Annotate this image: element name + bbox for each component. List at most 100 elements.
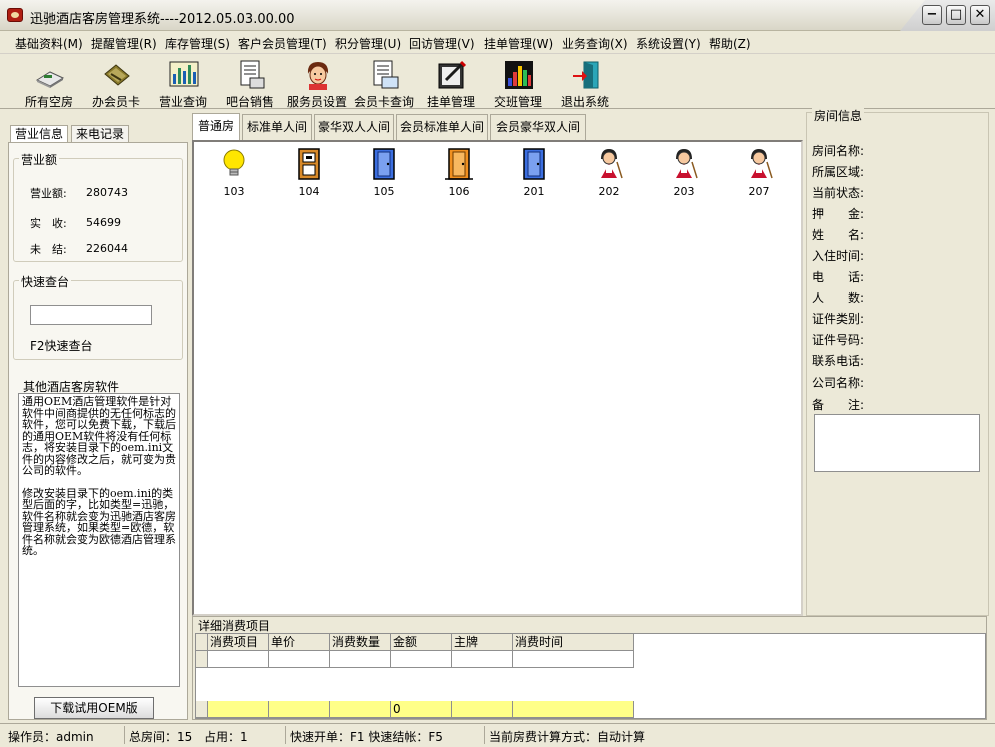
pending-order-icon — [438, 60, 467, 89]
toolbar: 所有空房 办会员卡 营业查询 吧台销售 服务员设置 会员卡查询 挂单管理 交班管… — [0, 55, 995, 109]
toolbar-label: 吧台销售 — [225, 95, 274, 109]
footer-indicator — [196, 701, 208, 718]
revenue-label: 营业额: — [30, 187, 67, 200]
tab-standard-single[interactable]: 标准单人间 — [242, 114, 312, 141]
toolbar-waiter-settings-button[interactable]: 服务员设置 — [286, 58, 348, 109]
tab-regular-room[interactable]: 普通房 — [192, 113, 240, 142]
member-card-icon — [104, 64, 130, 86]
status-operator: 操作员：admin — [8, 730, 94, 744]
room-tile[interactable]: 201 — [514, 148, 554, 198]
status-total-rooms: 总房间：15 — [129, 730, 193, 744]
status-billing-mode: 当前房费计算方式：自动计算 — [489, 730, 646, 744]
reserved-door-icon — [298, 148, 320, 180]
tab-business-info[interactable]: 营业信息 — [10, 125, 69, 143]
room-number: 105 — [373, 185, 395, 198]
footer-cell — [513, 701, 634, 718]
consumption-detail-title: 详细消费项目 — [198, 619, 271, 633]
quick-checkout-input[interactable] — [30, 305, 152, 325]
toolbar-member-card-button[interactable]: 办会员卡 — [85, 58, 147, 109]
app-logo-icon — [7, 8, 23, 22]
room-info-title: 房间信息 — [812, 107, 865, 124]
toolbar-shift-button[interactable]: 交班管理 — [487, 58, 549, 109]
consumption-grid[interactable]: 消费项目 单价 消费数量 金额 主牌 消费时间 0 — [195, 633, 986, 719]
other-software-text[interactable]: 通用OEM酒店管理软件是针对软件中间商提供的无任何标志的软件，您可以免费下载，下… — [18, 393, 180, 687]
checkin-time-label: 入住时间: — [812, 249, 865, 263]
menu-inventory[interactable]: 库存管理(S) — [165, 35, 230, 52]
menu-pending-order[interactable]: 挂单管理(W) — [484, 35, 553, 52]
footer-amount-total: 0 — [391, 701, 452, 718]
empty-rooms-icon — [35, 71, 65, 88]
status-bar: 操作员：admin 总房间：15 占用：1 快速开单：F1 快速结帐：F5 当前… — [0, 723, 995, 747]
revenue-value: 280743 — [86, 186, 128, 199]
footer-cell — [452, 701, 513, 718]
room-number: 202 — [598, 185, 620, 198]
grid-cell[interactable] — [513, 651, 634, 668]
toolbar-empty-rooms-button[interactable]: 所有空房 — [18, 58, 80, 109]
column-header[interactable]: 金额 — [391, 634, 452, 651]
column-header[interactable]: 主牌 — [452, 634, 513, 651]
quick-checkout-hint: F2快速查台 — [30, 339, 93, 353]
menu-member[interactable]: 客户会员管理(T) — [238, 35, 327, 52]
toolbar-card-query-button[interactable]: 会员卡查询 — [353, 58, 415, 109]
toolbar-bar-sales-button[interactable]: 吧台销售 — [219, 58, 281, 109]
room-name-label: 房间名称: — [812, 144, 865, 158]
vacant-door-icon — [373, 148, 395, 180]
tab-member-standard-single[interactable]: 会员标准单人间 — [396, 114, 488, 141]
room-tile[interactable]: 207 — [739, 148, 779, 198]
room-number: 103 — [223, 185, 245, 198]
room-tile[interactable]: 202 — [589, 148, 629, 198]
card-query-icon — [373, 60, 399, 89]
revenue-group: 营业额 营业额: 280743 实 收: 54699 未 结: 226044 — [13, 151, 183, 262]
tab-call-records[interactable]: 来电记录 — [71, 125, 130, 143]
room-number: 201 — [523, 185, 545, 198]
tab-member-deluxe-double[interactable]: 会员豪华双人间 — [490, 114, 586, 141]
toolbar-pending-order-button[interactable]: 挂单管理 — [420, 58, 482, 109]
toolbar-label: 交班管理 — [493, 95, 542, 109]
download-oem-button[interactable]: 下载试用OEM版 — [34, 697, 154, 719]
grid-cell[interactable] — [269, 651, 330, 668]
contact-phone-label: 联系电话: — [812, 354, 865, 368]
remark-field[interactable] — [814, 414, 980, 472]
footer-cell — [208, 701, 269, 718]
toolbar-label: 营业查询 — [158, 95, 207, 109]
room-tile[interactable]: 103 — [214, 148, 254, 198]
room-tile[interactable]: 105 — [364, 148, 404, 198]
room-number: 104 — [298, 185, 320, 198]
grid-cell[interactable] — [452, 651, 513, 668]
status-divider — [285, 726, 286, 744]
menu-business-query[interactable]: 业务查询(X) — [562, 35, 628, 52]
menu-basic-data[interactable]: 基础资料(M) — [15, 35, 83, 52]
phone-label: 电 话: — [812, 270, 865, 284]
status-divider — [124, 726, 125, 744]
received-label: 实 收: — [30, 217, 67, 230]
menu-reminder[interactable]: 提醒管理(R) — [91, 35, 157, 52]
room-tile[interactable]: 203 — [664, 148, 704, 198]
tab-deluxe-double[interactable]: 豪华双人人间 — [314, 114, 394, 141]
maximize-button[interactable]: □ — [946, 5, 966, 25]
lightbulb-icon — [223, 149, 245, 176]
close-button[interactable]: ✕ — [970, 5, 990, 25]
room-number: 203 — [673, 185, 695, 198]
menu-followup[interactable]: 回访管理(V) — [409, 35, 475, 52]
grid-cell[interactable] — [391, 651, 452, 668]
left-panel: 营业额 营业额: 280743 实 收: 54699 未 结: 226044 快… — [8, 142, 188, 720]
grid-cell[interactable] — [208, 651, 269, 668]
status-occupied: 占用：1 — [204, 730, 248, 744]
column-header[interactable]: 消费数量 — [330, 634, 391, 651]
minimize-button[interactable]: − — [922, 5, 942, 25]
room-tile[interactable]: 106 — [439, 148, 479, 198]
toolbar-exit-button[interactable]: 退出系统 — [554, 58, 616, 109]
grid-cell[interactable] — [330, 651, 391, 668]
menu-help[interactable]: 帮助(Z) — [709, 35, 751, 52]
room-tile[interactable]: 104 — [289, 148, 329, 198]
column-header[interactable]: 单价 — [269, 634, 330, 651]
column-header[interactable]: 消费项目 — [208, 634, 269, 651]
toolbar-label: 退出系统 — [560, 95, 609, 109]
revenue-title: 营业额 — [19, 151, 60, 168]
id-type-label: 证件类别: — [812, 312, 865, 326]
received-value: 54699 — [86, 216, 121, 229]
menu-points[interactable]: 积分管理(U) — [335, 35, 401, 52]
toolbar-business-query-button[interactable]: 营业查询 — [152, 58, 214, 109]
menu-settings[interactable]: 系统设置(Y) — [636, 35, 701, 52]
column-header[interactable]: 消费时间 — [513, 634, 634, 651]
